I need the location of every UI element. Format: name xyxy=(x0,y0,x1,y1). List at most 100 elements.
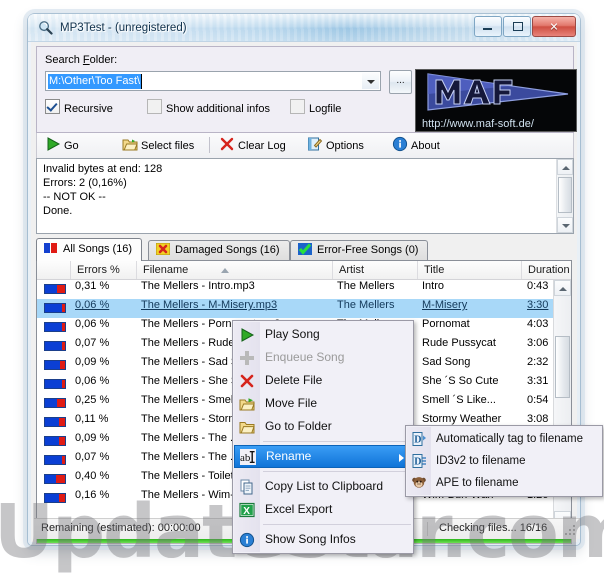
log-scroll-up-icon[interactable] xyxy=(557,159,573,175)
column-header-filename-label: Filename xyxy=(143,264,189,276)
column-header-status[interactable] xyxy=(37,261,71,279)
menu-item-delete-file-label: Delete File xyxy=(265,373,323,387)
menu-item-go-to-folder[interactable]: Go to Folder xyxy=(233,415,413,438)
checkbox-logfile[interactable]: Logfile xyxy=(290,99,341,115)
tab-error-free-songs[interactable]: Error-Free Songs (0) xyxy=(290,240,429,260)
cell-errors: 0,25 % xyxy=(75,394,110,406)
status-separator-2 xyxy=(427,522,428,536)
submenu-arrow-icon xyxy=(399,454,404,462)
column-header-errors[interactable]: Errors % xyxy=(71,261,137,279)
red-x-icon xyxy=(219,136,235,152)
checkbox-logfile-box[interactable] xyxy=(290,99,305,114)
cell-errors: 0,06 % xyxy=(75,375,110,387)
submenu-item-id3v2-to-filename-label: ID3v2 to filename xyxy=(436,455,526,467)
cell-errors: 0,40 % xyxy=(75,470,110,482)
maximize-button[interactable] xyxy=(503,16,531,37)
checkbox-show-additional-infos-label: Show additional infos xyxy=(166,103,270,115)
cell-errors: 0,07 % xyxy=(75,337,110,349)
menu-item-play-song[interactable]: Play Song xyxy=(233,323,413,346)
song-context-menu: Play Song Enqueue Song Delete File Move … xyxy=(232,320,414,554)
cell-errors: 0,07 % xyxy=(75,451,110,463)
table-row[interactable]: 0,06 % The Mellers - M-Misery.mp3 The Mell… xyxy=(37,299,556,318)
list-scroll-up-icon[interactable] xyxy=(554,280,571,296)
select-files-label: Select files xyxy=(141,140,195,152)
error-bar xyxy=(44,436,66,446)
cell-errors: 0,06 % xyxy=(75,299,110,311)
log-scroll-thumb[interactable] xyxy=(558,177,572,213)
log-output-box[interactable]: Invalid bytes at end: 128 Errors: 2 (0,1… xyxy=(36,158,574,234)
about-label: About xyxy=(411,140,440,152)
move-folder-icon xyxy=(239,396,255,412)
context-menu-separator-2 xyxy=(263,471,411,472)
play-triangle-icon xyxy=(45,136,61,152)
search-folder-input[interactable]: M:\Other\Too Fast\ xyxy=(45,71,381,91)
error-bar xyxy=(44,284,66,294)
menu-item-enqueue-song-label: Enqueue Song xyxy=(265,350,345,364)
options-button[interactable]: Options xyxy=(307,136,364,155)
submenu-item-automatically-tag-to-filename-label: Automatically tag to filename xyxy=(436,433,584,445)
menu-item-copy-list-to-clipboard-label: Copy List to Clipboard xyxy=(265,479,384,493)
tab-all-songs[interactable]: All Songs (16) xyxy=(36,238,143,261)
column-header-artist[interactable]: Artist xyxy=(333,261,418,279)
main-toolbar: Go Select files Clear Log Options About xyxy=(36,133,574,159)
menu-item-delete-file[interactable]: Delete File xyxy=(233,369,413,392)
log-scroll-down-icon[interactable] xyxy=(557,217,573,233)
clear-log-button[interactable]: Clear Log xyxy=(219,136,286,155)
svg-text:D: D xyxy=(414,435,421,446)
submenu-item-id3v2-to-filename[interactable]: D ID3v2 to filename xyxy=(406,450,602,472)
go-button[interactable]: Go xyxy=(45,136,79,155)
folder-combo-row: M:\Other\Too Fast\ ... xyxy=(45,70,412,94)
cell-title: Pornomat xyxy=(422,318,470,330)
ab-cursor-icon: ab xyxy=(240,449,256,465)
cell-errors: 0,09 % xyxy=(75,356,110,368)
column-header-duration[interactable]: Duration xyxy=(522,261,572,279)
tab-damaged-songs[interactable]: Damaged Songs (16) xyxy=(148,240,290,260)
menu-item-move-file[interactable]: Move File xyxy=(233,392,413,415)
cell-artist: The Mellers xyxy=(337,299,395,311)
context-menu-separator-1 xyxy=(263,441,411,442)
column-header-filename[interactable]: Filename xyxy=(137,261,333,279)
menu-item-rename-label: Rename xyxy=(266,449,312,463)
checkbox-show-additional-infos-box[interactable] xyxy=(147,99,162,114)
menu-item-show-song-infos[interactable]: Show Song Infos xyxy=(233,528,413,551)
chevron-down-icon[interactable] xyxy=(362,73,379,89)
list-header: Errors % Filename Artist Title Duration xyxy=(37,261,571,280)
checkbox-recursive-box[interactable] xyxy=(45,99,60,114)
submenu-item-ape-to-filename[interactable]: APE to filename xyxy=(406,472,602,494)
menu-item-rename[interactable]: ab Rename xyxy=(234,445,412,468)
browse-folder-button[interactable]: ... xyxy=(389,70,412,94)
about-button[interactable]: About xyxy=(392,136,440,155)
cell-title: Intro xyxy=(422,280,445,292)
cell-duration: 3:31 xyxy=(527,375,549,387)
text-caret xyxy=(141,74,142,89)
log-scrollbar[interactable] xyxy=(556,159,573,233)
table-row[interactable]: 0,31 % The Mellers - Intro.mp3 The Mellers… xyxy=(37,280,556,299)
checkbox-logfile-label: Logfile xyxy=(309,103,342,115)
menu-item-excel-export[interactable]: X Excel Export xyxy=(233,498,413,521)
cell-errors: 0,09 % xyxy=(75,432,110,444)
column-header-title[interactable]: Title xyxy=(418,261,522,279)
ape-monkey-icon xyxy=(411,475,427,491)
minimize-button[interactable] xyxy=(474,16,502,37)
maf-logo-banner[interactable]: http://www.maf-soft.de/ xyxy=(415,69,577,132)
checkbox-recursive[interactable]: Recursive xyxy=(45,99,113,115)
yellow-red-x-icon xyxy=(155,242,171,256)
toolbar-separator xyxy=(209,137,210,153)
cell-filename: The Mellers - M-Misery.mp3 xyxy=(141,299,278,311)
copy-pages-icon xyxy=(239,479,255,495)
close-button[interactable]: ✕ xyxy=(532,16,576,37)
menu-item-enqueue-song: Enqueue Song xyxy=(233,346,413,369)
mp3test-window: MP3Test - (unregistered) ✕ Search Folder… xyxy=(28,14,603,554)
select-files-button[interactable]: Select files xyxy=(122,136,194,155)
checkbox-show-additional-infos[interactable]: Show additional infos xyxy=(147,99,270,115)
cell-duration: 0:43 xyxy=(527,280,549,292)
menu-item-move-file-label: Move File xyxy=(265,396,318,410)
resize-grip[interactable] xyxy=(565,525,577,537)
error-bar xyxy=(44,474,66,484)
info-circle-icon xyxy=(392,136,408,152)
tab-error-free-songs-label: Error-Free Songs (0) xyxy=(317,244,419,256)
submenu-item-automatically-tag-to-filename[interactable]: D Automatically tag to filename xyxy=(406,428,602,450)
menu-item-copy-list-to-clipboard[interactable]: Copy List to Clipboard xyxy=(233,475,413,498)
cell-duration: 4:03 xyxy=(527,318,549,330)
list-scroll-thumb[interactable] xyxy=(555,336,570,398)
